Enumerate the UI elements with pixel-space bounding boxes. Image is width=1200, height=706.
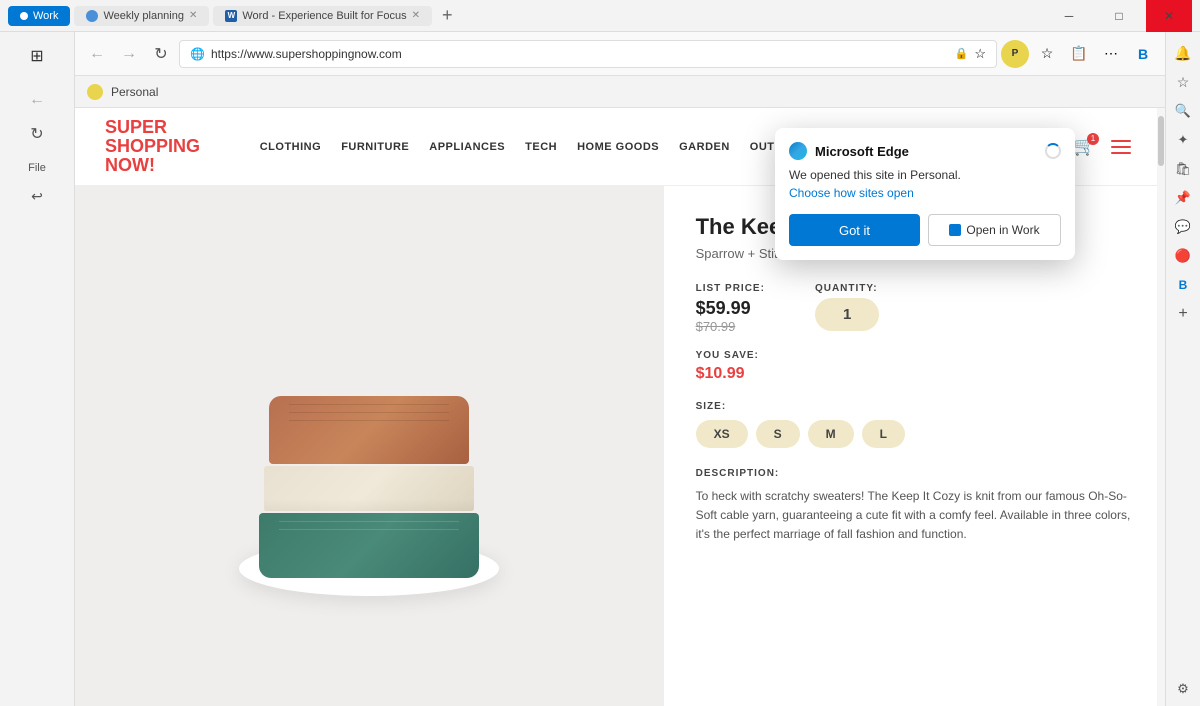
- product-area: The Keep It Cozy Sweater Sparrow + Stitc…: [75, 186, 1165, 706]
- open-in-work-button[interactable]: Open in Work: [928, 214, 1061, 246]
- popup-title: Microsoft Edge: [815, 144, 1037, 159]
- popup-message: We opened this site in Personal.: [789, 168, 1061, 182]
- address-bar[interactable]: 🌐 https://www.supershoppingnow.com 🔒 ☆: [179, 40, 997, 68]
- favorites-panel-icon[interactable]: ☆: [1170, 69, 1196, 95]
- size-m-button[interactable]: M: [808, 420, 854, 448]
- sweater-cream: [264, 466, 474, 511]
- product-image: [209, 286, 529, 606]
- back-nav-icon[interactable]: ←: [21, 84, 53, 116]
- edge-right-panel: 🔔 ☆ 🔍 ✦ 🛍 📌 💬 🔴 B + ⚙: [1165, 32, 1200, 706]
- copilot-panel-icon[interactable]: ✦: [1170, 127, 1196, 153]
- edge-left-sidebar: ⊞ ← ↻ File ↩: [0, 32, 75, 706]
- search-panel-icon[interactable]: 🔍: [1170, 98, 1196, 124]
- edge-popup: Microsoft Edge We opened this site in Pe…: [775, 128, 1075, 260]
- nav-appliances[interactable]: APPLIANCES: [429, 141, 505, 153]
- savings-amount: $10.99: [696, 365, 1133, 383]
- work-tab[interactable]: Work: [8, 6, 70, 26]
- weekly-planning-tab[interactable]: Weekly planning ✕: [74, 6, 209, 26]
- current-price: $59.99: [696, 298, 765, 319]
- scrollbar-track: [1157, 108, 1165, 706]
- sweater-brown: [269, 396, 469, 464]
- minimize-button[interactable]: ─: [1046, 0, 1092, 32]
- browser-refresh-button[interactable]: ↻: [147, 40, 175, 68]
- size-xs-button[interactable]: XS: [696, 420, 748, 448]
- browser-settings-button[interactable]: ⋯: [1097, 40, 1125, 68]
- nav-home-goods[interactable]: HOME GOODS: [577, 141, 659, 153]
- close-button[interactable]: ✕: [1146, 0, 1192, 32]
- new-tab-button[interactable]: +: [436, 5, 459, 26]
- menu-icon[interactable]: [1107, 133, 1135, 161]
- refresh-icon[interactable]: ↻: [21, 118, 53, 150]
- got-it-button[interactable]: Got it: [789, 214, 920, 246]
- original-price: $70.99: [696, 319, 765, 334]
- lock-icon: 🔒: [955, 47, 969, 60]
- popup-link[interactable]: Choose how sites open: [789, 186, 1061, 200]
- notification-icon[interactable]: 🔔: [1170, 40, 1196, 66]
- sweater-teal: [259, 513, 479, 578]
- nav-furniture[interactable]: FURNITURE: [341, 141, 409, 153]
- star-icon[interactable]: ☆: [974, 46, 986, 62]
- undo-icon[interactable]: ↩: [21, 180, 53, 212]
- panel-settings-icon[interactable]: ⚙: [1170, 676, 1196, 702]
- size-options: XS S M L: [696, 420, 1133, 448]
- browser-forward-button[interactable]: →: [115, 40, 143, 68]
- description-label: DESCRIPTION:: [696, 468, 1133, 479]
- copilot-button[interactable]: B: [1129, 40, 1157, 68]
- site-icon: 🌐: [190, 47, 205, 61]
- nav-tech[interactable]: TECH: [525, 141, 557, 153]
- nav-clothing[interactable]: CLOTHING: [260, 141, 321, 153]
- website-content: SUPER SHOPPING NOW! CLOTHING FURNITURE A…: [75, 108, 1165, 706]
- open-in-work-label: Open in Work: [966, 223, 1039, 237]
- collections-button[interactable]: 📋: [1065, 40, 1093, 68]
- bing-icon[interactable]: B: [1170, 272, 1196, 298]
- product-image-area: [75, 186, 664, 706]
- profile-icon: [87, 84, 103, 100]
- product-details: The Keep It Cozy Sweater Sparrow + Stitc…: [664, 186, 1165, 706]
- nav-garden[interactable]: GARDEN: [679, 141, 730, 153]
- file-menu-icon[interactable]: File: [24, 158, 50, 178]
- description-text: To heck with scratchy sweaters! The Keep…: [696, 487, 1133, 545]
- profile-button[interactable]: P: [1001, 40, 1029, 68]
- size-label: SIZE:: [696, 401, 1133, 412]
- scrollbar-thumb[interactable]: [1158, 116, 1164, 166]
- size-s-button[interactable]: S: [756, 420, 800, 448]
- browser-nav-bar: ← → ↻ 🌐 https://www.supershoppingnow.com…: [75, 32, 1165, 76]
- add-panel-button[interactable]: +: [1170, 301, 1196, 327]
- site-logo[interactable]: SUPER SHOPPING NOW!: [105, 118, 225, 175]
- quantity-label: QUANTITY:: [815, 283, 879, 294]
- edge-logo-icon: [789, 142, 807, 160]
- popup-spinner: [1045, 143, 1061, 159]
- word-tab[interactable]: W Word - Experience Built for Focus ✕: [213, 6, 432, 26]
- size-l-button[interactable]: L: [862, 420, 905, 448]
- address-text: https://www.supershoppingnow.com: [211, 47, 949, 61]
- profile-label: Personal: [111, 85, 158, 99]
- social-panel-icon[interactable]: 💬: [1170, 214, 1196, 240]
- maximize-button[interactable]: □: [1096, 0, 1142, 32]
- apps-icon[interactable]: ⊞: [21, 40, 53, 72]
- shopping-panel-icon[interactable]: 🛍: [1170, 156, 1196, 182]
- quantity-control[interactable]: 1: [815, 298, 879, 331]
- you-save-label: YOU SAVE:: [696, 350, 1133, 361]
- red-extension-icon[interactable]: 🔴: [1170, 243, 1196, 269]
- cart-icon[interactable]: 🛒 1: [1071, 133, 1099, 161]
- profile-bar: Personal: [75, 76, 1165, 108]
- favorites-button[interactable]: ☆: [1033, 40, 1061, 68]
- collections-panel-icon[interactable]: 📌: [1170, 185, 1196, 211]
- list-price-label: LIST PRICE:: [696, 283, 765, 294]
- browser-back-button[interactable]: ←: [83, 40, 111, 68]
